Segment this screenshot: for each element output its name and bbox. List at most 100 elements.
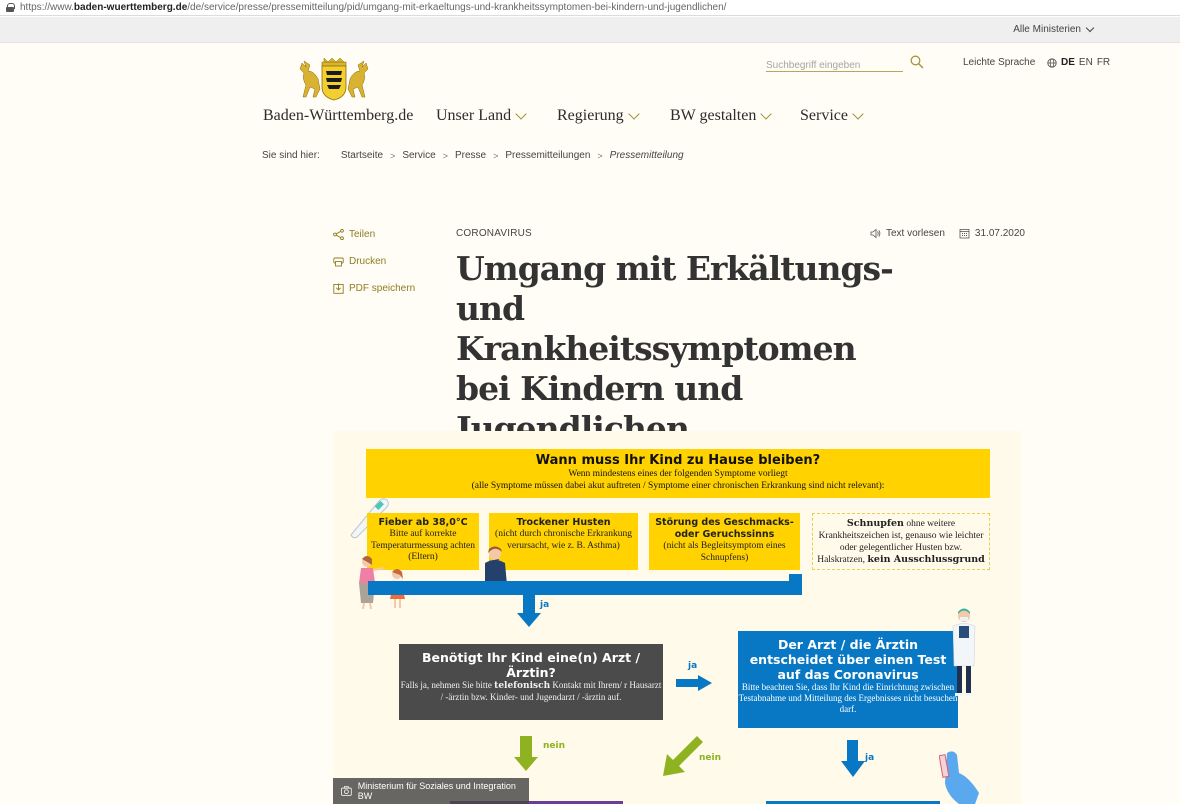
chevron-down-icon: [1085, 23, 1095, 32]
chevron-down-icon: [760, 108, 773, 120]
symptom-title: Trockener Husten: [516, 517, 611, 528]
arrow-diagonal-icon: [663, 736, 703, 776]
symptom-text: (nicht als Begleitsymptom eines Schnupfe…: [663, 541, 786, 563]
symptom-title: Fieber ab 38,0°C: [378, 517, 468, 528]
symptom-text: (nicht durch chronische Erkrankung verur…: [495, 529, 632, 551]
coat-of-arms-icon[interactable]: [296, 57, 372, 101]
infographic-header-line2: (alle Symptome müssen dabei akut auftret…: [471, 481, 885, 491]
label-yes: ja: [688, 661, 698, 671]
cold-note-box: Schnupfen ohne weitere Krankheitszeichen…: [812, 513, 990, 570]
breadcrumb-pressemitteilungen[interactable]: Pressemitteilungen: [505, 150, 590, 161]
chevron-down-icon: [627, 108, 640, 120]
arrow-down-icon: [847, 740, 858, 762]
doctor-decides-box: Der Arzt / die Ärztin entscheidet über e…: [738, 631, 958, 728]
lang-fr[interactable]: FR: [1097, 57, 1110, 68]
lang-de[interactable]: DE: [1061, 57, 1075, 68]
symptom-taste-smell-box: Störung des Geschmacks- oder Geruchssinn…: [649, 513, 800, 570]
breadcrumb-current: Pressemitteilung: [609, 150, 684, 161]
question-text: Falls ja, nehmen Sie bitte telefonisch K…: [399, 680, 663, 703]
all-ministries-dropdown[interactable]: Alle Ministerien: [1013, 23, 1095, 35]
nav-label: Service: [800, 107, 848, 124]
test-swab-illustration: [939, 751, 979, 804]
label-no: nein: [543, 741, 566, 751]
chevron-down-icon: [515, 108, 527, 120]
search-input[interactable]: [766, 56, 896, 75]
breadcrumb-presse[interactable]: Presse: [455, 150, 486, 161]
breadcrumb: Sie sind hier: Startseite > Service > Pr…: [262, 150, 684, 161]
note-bold-start: Schnupfen: [846, 518, 904, 529]
language-switcher: DE EN FR: [1047, 57, 1110, 68]
print-label: Drucken: [349, 255, 387, 267]
breadcrumb-separator: >: [597, 150, 603, 161]
nav-label: Unser Land: [436, 107, 512, 124]
nav-unser-land[interactable]: Unser Land: [436, 107, 527, 125]
infographic-header-title: Wann muss Ihr Kind zu Hause bleiben?: [535, 453, 821, 468]
site-name-link[interactable]: Baden-Württemberg.de: [263, 107, 413, 125]
doctor-title: Der Arzt / die Ärztin entscheidet über e…: [749, 637, 947, 682]
search-field: [766, 53, 903, 75]
speaker-icon: [870, 228, 881, 239]
image-credit: Ministerium für Soziales und Integration…: [333, 778, 529, 804]
flow-bar-notch: [789, 574, 802, 582]
question-text-bold: telefonisch: [494, 681, 551, 691]
image-credit-text: Ministerium für Soziales und Integration…: [357, 781, 516, 801]
nav-label: BW gestalten: [670, 107, 757, 124]
label-no: nein: [699, 753, 722, 763]
coughing-child-illustration: [485, 546, 507, 585]
read-aloud-button[interactable]: Text vorlesen: [870, 228, 945, 239]
leichte-sprache-link[interactable]: Leichte Sprache: [963, 57, 1035, 68]
question-text-part: Falls ja, nehmen Sie bitte: [400, 680, 495, 690]
print-icon: [333, 257, 344, 266]
label-yes: ja: [865, 753, 875, 763]
infographic-header-box: Wann muss Ihr Kind zu Hause bleiben? Wen…: [366, 449, 990, 498]
flow-bar: [368, 581, 802, 595]
doctor-illustration: [952, 608, 976, 696]
infographic-header-line1: Wenn mindestens eines der folgenden Symp…: [568, 469, 788, 479]
url-prefix: https://www.: [20, 2, 74, 13]
nav-label: Regierung: [557, 107, 624, 124]
symptom-cough-box: Trockener Husten (nicht durch chronische…: [489, 513, 638, 570]
share-icon: [333, 228, 344, 240]
infographic-image[interactable]: Wann muss Ihr Kind zu Hause bleiben? Wen…: [333, 431, 1021, 804]
article-date: 31.07.2020: [959, 228, 1025, 239]
url-domain: baden-wuerttemberg.de: [73, 2, 188, 13]
calendar-icon: [959, 229, 970, 239]
breadcrumb-separator: >: [493, 150, 499, 161]
lock-icon: [6, 3, 15, 12]
lang-en[interactable]: EN: [1079, 57, 1093, 68]
chevron-down-icon: [852, 108, 864, 120]
save-pdf-button[interactable]: PDF speichern: [333, 282, 415, 294]
breadcrumb-startseite[interactable]: Startseite: [341, 150, 383, 161]
article-category: CORONAVIRUS: [456, 228, 532, 239]
doctor-text: Bitte beachten Sie, dass Ihr Kind die Ei…: [738, 682, 958, 714]
breadcrumb-service[interactable]: Service: [402, 150, 435, 161]
top-bar: Alle Ministerien: [0, 17, 1180, 43]
arrow-down-head-icon: [514, 757, 538, 771]
url-path: /de/service/presse/pressemitteilung/pid/…: [187, 2, 727, 13]
doctor-needed-question-box: Benötigt Ihr Kind eine(n) Arzt / Ärztin?…: [399, 644, 663, 720]
globe-icon: [1047, 57, 1057, 68]
note-bold-end: kein Ausschlussgrund: [867, 554, 985, 565]
read-aloud-label: Text vorlesen: [886, 228, 945, 239]
article-date-value: 31.07.2020: [974, 228, 1025, 239]
download-icon: [333, 283, 344, 294]
nav-regierung[interactable]: Regierung: [557, 107, 640, 125]
question-title: Benötigt Ihr Kind eine(n) Arzt / Ärztin?: [421, 650, 641, 680]
print-button[interactable]: Drucken: [333, 255, 415, 267]
search-icon[interactable]: [910, 55, 924, 69]
camera-icon: [341, 786, 352, 796]
address-bar[interactable]: https://www. baden-wuerttemberg.de/de/ser…: [0, 0, 1180, 16]
all-ministries-label: Alle Ministerien: [1013, 24, 1081, 35]
article-title: Umgang mit Erkältungs- und Krankheitssym…: [456, 249, 894, 448]
nav-bw-gestalten[interactable]: BW gestalten: [670, 107, 773, 125]
breadcrumb-label: Sie sind hier:: [262, 150, 320, 161]
save-pdf-label: PDF speichern: [349, 282, 416, 294]
arrow-down-icon: [520, 736, 532, 758]
share-button[interactable]: Teilen: [333, 228, 415, 240]
breadcrumb-separator: >: [442, 150, 448, 161]
arrow-down-head-icon: [517, 613, 541, 627]
arrow-down-head-icon: [841, 761, 865, 777]
nav-service[interactable]: Service: [800, 107, 864, 125]
symptom-title: Störung des Geschmacks- oder Geruchssinn…: [655, 517, 794, 540]
article-actions: Teilen Drucken PDF speichern: [333, 228, 415, 309]
